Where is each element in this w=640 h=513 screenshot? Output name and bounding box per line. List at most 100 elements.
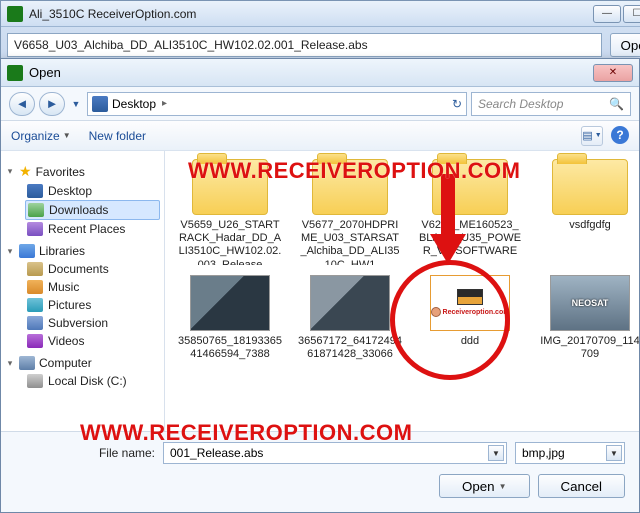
view-mode-button[interactable]: ▤▼ bbox=[581, 126, 603, 146]
sidebar-item-label: Desktop bbox=[48, 184, 92, 198]
cancel-button[interactable]: Cancel bbox=[538, 474, 626, 498]
downloads-icon bbox=[28, 203, 44, 217]
sidebar-item-downloads[interactable]: Downloads bbox=[25, 200, 160, 220]
parent-window-title: Ali_3510C ReceiverOption.com bbox=[29, 7, 587, 21]
file-item-image[interactable]: NEOSAT IMG_20170709_114709 bbox=[535, 275, 639, 361]
sidebar-item-desktop[interactable]: Desktop bbox=[25, 182, 160, 200]
pictures-icon bbox=[27, 298, 43, 312]
breadcrumb-location: Desktop bbox=[112, 97, 156, 111]
help-icon[interactable]: ? bbox=[611, 126, 629, 144]
search-icon: 🔍 bbox=[609, 97, 624, 111]
organize-menu[interactable]: Organize ▼ bbox=[11, 129, 71, 143]
sidebar-item-videos[interactable]: Videos bbox=[25, 332, 160, 350]
libraries-header[interactable]: ▾ Libraries bbox=[5, 244, 160, 258]
computer-list: Local Disk (C:) bbox=[5, 372, 160, 390]
image-thumbnail bbox=[310, 275, 390, 331]
file-name-input[interactable]: 001_Release.abs ▼ bbox=[163, 442, 507, 464]
file-name-value: 001_Release.abs bbox=[170, 446, 263, 460]
file-label: 36567172_6417249461871428_33066 bbox=[298, 335, 402, 361]
new-folder-label: New folder bbox=[89, 129, 146, 143]
file-label: V5659_U26_STARTRACK_Hadar_DD_ALI3510C_HW… bbox=[178, 219, 282, 265]
file-label: vsdfgdfg bbox=[538, 219, 639, 232]
favorites-label: Favorites bbox=[36, 165, 85, 179]
documents-icon bbox=[27, 262, 43, 276]
chevron-down-icon[interactable]: ▼ bbox=[488, 445, 504, 461]
open-button[interactable]: Open ▼ bbox=[439, 474, 530, 498]
parent-window: Ali_3510C ReceiverOption.com — ☐ ✕ V6658… bbox=[0, 0, 640, 64]
file-label: V6243_ME160523_BLACK_U35_POWER_VU SOFTWA… bbox=[418, 219, 522, 259]
computer-label: Computer bbox=[39, 356, 92, 370]
dialog-body: ▾ ★ Favorites Desktop Downloads Recent P… bbox=[1, 151, 639, 431]
sidebar-item-local-disk-c[interactable]: Local Disk (C:) bbox=[25, 372, 160, 390]
cancel-button-label: Cancel bbox=[561, 479, 603, 494]
path-field[interactable]: V6658_U03_Alchiba_DD_ALI3510C_HW102.02.0… bbox=[7, 33, 602, 57]
collapse-icon: ▾ bbox=[5, 358, 15, 369]
dialog-footer: File name: 001_Release.abs ▼ bmp,jpg ▼ O… bbox=[1, 431, 639, 512]
collapse-icon: ▾ bbox=[5, 246, 15, 257]
subversion-icon bbox=[27, 316, 43, 330]
image-thumbnail: NEOSAT bbox=[550, 275, 630, 331]
file-item-ddd[interactable]: Receiveroption.com ddd bbox=[415, 275, 525, 361]
search-input[interactable]: Search Desktop 🔍 bbox=[471, 92, 631, 116]
open-dialog: Open ✕ ◄ ► ▼ Desktop ▸ ↻ Search Desktop … bbox=[0, 58, 640, 513]
star-icon: ★ bbox=[19, 163, 32, 180]
folder-icon bbox=[432, 159, 508, 215]
sidebar-item-pictures[interactable]: Pictures bbox=[25, 296, 160, 314]
new-folder-button[interactable]: New folder bbox=[89, 129, 146, 143]
open-sw-label: Open S/W bbox=[621, 38, 640, 53]
file-item-folder[interactable]: V5677_2070HDPRIME_U03_STARSAT_Alchiba_DD… bbox=[295, 159, 405, 265]
file-item-folder[interactable]: V6243_ME160523_BLACK_U35_POWER_VU SOFTWA… bbox=[415, 159, 525, 265]
minimize-button[interactable]: — bbox=[593, 5, 621, 23]
file-item-image[interactable]: 35850765_1819336541466594_7388 bbox=[175, 275, 285, 361]
sidebar-item-recent-places[interactable]: Recent Places bbox=[25, 220, 160, 238]
desktop-icon bbox=[27, 184, 43, 198]
file-type-filter[interactable]: bmp,jpg ▼ bbox=[515, 442, 625, 464]
app-icon bbox=[7, 6, 23, 22]
sidebar-item-label: Downloads bbox=[49, 203, 108, 217]
sidebar: ▾ ★ Favorites Desktop Downloads Recent P… bbox=[1, 151, 165, 431]
libraries-icon bbox=[19, 244, 35, 258]
chevron-down-icon: ▼ bbox=[63, 131, 71, 140]
computer-header[interactable]: ▾ Computer bbox=[5, 356, 160, 370]
folder-icon bbox=[192, 159, 268, 215]
file-grid: V5659_U26_STARTRACK_Hadar_DD_ALI3510C_HW… bbox=[165, 151, 639, 431]
image-thumbnail bbox=[190, 275, 270, 331]
thumbnail-graphic bbox=[457, 289, 483, 305]
chevron-right-icon[interactable]: ▸ bbox=[160, 98, 169, 109]
maximize-button[interactable]: ☐ bbox=[623, 5, 640, 23]
sidebar-item-subversion[interactable]: Subversion bbox=[25, 314, 160, 332]
sidebar-item-music[interactable]: Music bbox=[25, 278, 160, 296]
open-sw-button[interactable]: Open S/W bbox=[610, 33, 640, 57]
computer-icon bbox=[19, 356, 35, 370]
refresh-icon[interactable]: ↻ bbox=[452, 97, 462, 111]
chevron-down-icon[interactable]: ▼ bbox=[606, 445, 622, 461]
favorites-header[interactable]: ▾ ★ Favorites bbox=[5, 163, 160, 180]
dialog-title-bar: Open ✕ bbox=[1, 59, 639, 87]
open-button-label: Open bbox=[462, 479, 495, 494]
libraries-label: Libraries bbox=[39, 244, 85, 258]
file-item-folder[interactable]: V5659_U26_STARTRACK_Hadar_DD_ALI3510C_HW… bbox=[175, 159, 285, 265]
file-label: 35850765_1819336541466594_7388 bbox=[178, 335, 282, 361]
nav-history-dropdown[interactable]: ▼ bbox=[69, 92, 83, 116]
sidebar-item-documents[interactable]: Documents bbox=[25, 260, 160, 278]
sidebar-item-label: Documents bbox=[48, 262, 109, 276]
file-item-image[interactable]: 36567172_6417249461871428_33066 bbox=[295, 275, 405, 361]
desktop-icon bbox=[92, 96, 108, 112]
parent-title-bar: Ali_3510C ReceiverOption.com — ☐ ✕ bbox=[1, 1, 640, 27]
folder-icon bbox=[552, 159, 628, 215]
nav-forward-button[interactable]: ► bbox=[39, 92, 65, 116]
file-type-value: bmp,jpg bbox=[522, 446, 565, 460]
nav-back-button[interactable]: ◄ bbox=[9, 92, 35, 116]
breadcrumb-bar[interactable]: Desktop ▸ ↻ bbox=[87, 92, 467, 116]
organize-label: Organize bbox=[11, 129, 60, 143]
libraries-list: Documents Music Pictures Subversion Vide… bbox=[5, 260, 160, 350]
disk-icon bbox=[27, 374, 43, 388]
toolbar: Organize ▼ New folder ▤▼ ? bbox=[1, 121, 639, 151]
favorites-list: Desktop Downloads Recent Places bbox=[5, 182, 160, 238]
dialog-close-button[interactable]: ✕ bbox=[593, 64, 633, 82]
collapse-icon: ▾ bbox=[5, 166, 15, 177]
file-name-label: File name: bbox=[15, 446, 155, 460]
videos-icon bbox=[27, 334, 43, 348]
window-controls: — ☐ ✕ bbox=[593, 5, 640, 23]
file-item-folder[interactable]: vsdfgdfg bbox=[535, 159, 639, 265]
